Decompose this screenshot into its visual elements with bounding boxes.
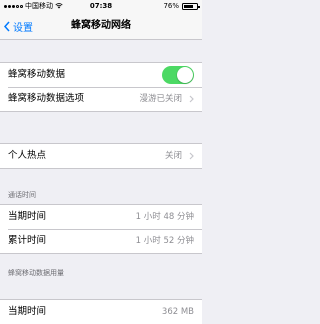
hotspot-group: 个人热点 关闭 [0, 143, 202, 169]
navigation-bar: 设置 蜂窝移动网络 [0, 12, 202, 40]
lifetime-value: 1 小时 52 分钟 [135, 236, 194, 246]
chevron-right-icon [189, 152, 194, 160]
data-usage-header: 蜂窝移动数据用量 [8, 269, 64, 277]
cellular-data-options-row[interactable]: 蜂窝移动数据选项 漫游已关闭 [0, 87, 202, 111]
status-bar: 中国移动 07:38 76% [0, 0, 202, 12]
personal-hotspot-row[interactable]: 个人热点 关闭 [0, 144, 202, 168]
roaming-status-value: 漫游已关闭 [139, 94, 182, 104]
personal-hotspot-value: 关闭 [164, 151, 182, 161]
status-right: 76% [163, 0, 200, 12]
toggle-knob [177, 67, 193, 83]
cellular-data-row: 蜂窝移动数据 [0, 63, 202, 87]
cellular-data-options-label: 蜂窝移动数据选项 [8, 93, 85, 104]
usage-current-period-value: 362 MB [161, 307, 194, 317]
cellular-data-toggle[interactable] [162, 66, 194, 84]
current-period-value: 1 小时 48 分钟 [135, 212, 194, 222]
lifetime-row: 累计时间 1 小时 52 分钟 [0, 229, 202, 253]
call-time-header: 通话时间 [8, 191, 36, 199]
cellular-data-group: 蜂窝移动数据 蜂窝移动数据选项 漫游已关闭 [0, 62, 202, 112]
usage-current-period-label: 当期时间 [8, 306, 47, 317]
page-title: 蜂窝移动网络 [71, 20, 131, 31]
battery-icon [182, 2, 200, 10]
battery-percent: 76% [163, 2, 179, 10]
current-period-label: 当期时间 [8, 211, 47, 222]
personal-hotspot-label: 个人热点 [8, 150, 47, 161]
usage-current-period-row: 当期时间 362 MB [0, 300, 202, 324]
cellular-data-label: 蜂窝移动数据 [8, 69, 66, 80]
data-usage-group: 当期时间 362 MB [0, 299, 202, 324]
lifetime-label: 累计时间 [8, 235, 47, 246]
chevron-right-icon [189, 95, 194, 103]
call-time-group: 当期时间 1 小时 48 分钟 累计时间 1 小时 52 分钟 [0, 204, 202, 254]
current-period-row: 当期时间 1 小时 48 分钟 [0, 205, 202, 229]
